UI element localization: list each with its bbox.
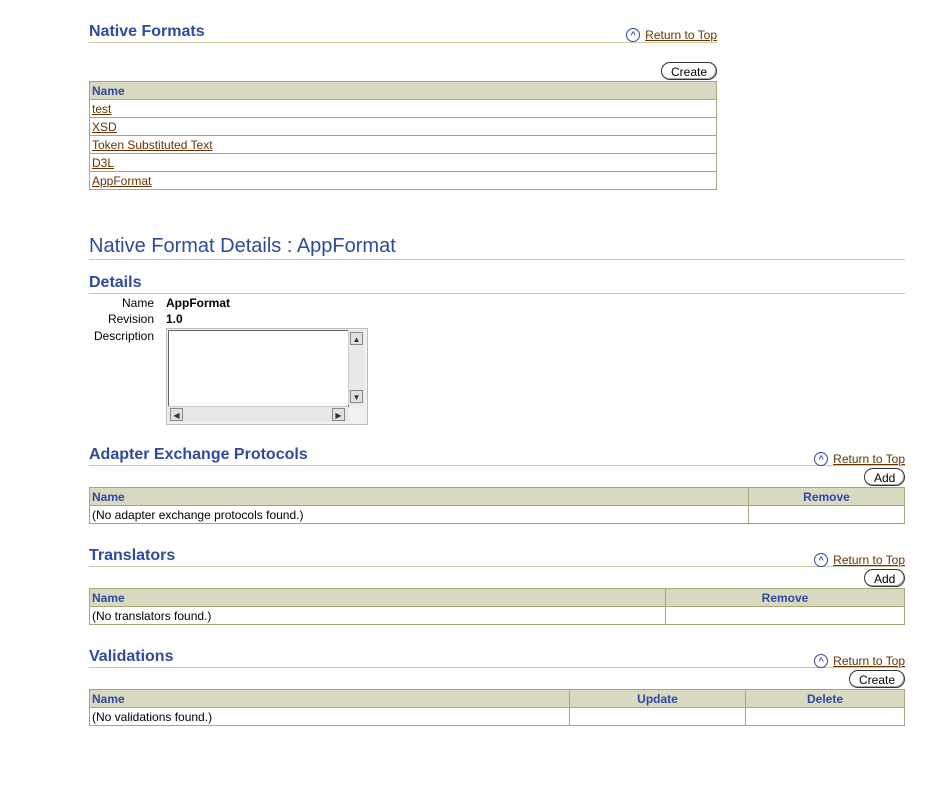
native-format-link[interactable]: XSD — [92, 120, 117, 134]
translators-header: Translators ^ Return to Top — [89, 545, 905, 567]
table-row: D3L — [89, 153, 717, 172]
native-format-link[interactable]: AppFormat — [92, 174, 151, 188]
table-row: AppFormat — [89, 171, 717, 190]
create-validation-button[interactable]: Create — [849, 670, 905, 688]
adapter-protocols-return-to-top[interactable]: ^ Return to Top — [814, 452, 905, 466]
scroll-down-icon[interactable]: ▼ — [350, 390, 363, 403]
name-value: AppFormat — [166, 296, 230, 310]
adapter-protocols-title: Adapter Exchange Protocols — [89, 446, 308, 463]
translators-title: Translators — [89, 547, 176, 564]
table-row: XSD — [89, 117, 717, 136]
details-header: Details — [89, 272, 905, 294]
column-header-name: Name — [89, 487, 749, 506]
column-header-name: Name — [89, 81, 717, 100]
table-header-row: Name Update Delete — [89, 689, 905, 708]
revision-value: 1.0 — [166, 312, 183, 326]
table-header-row: Name Remove — [89, 588, 905, 607]
up-arrow-icon: ^ — [814, 654, 829, 668]
description-textarea[interactable]: ▲ ▼ ◀ ▶ — [166, 328, 368, 425]
description-text[interactable] — [168, 330, 349, 407]
return-to-top-link[interactable]: Return to Top — [645, 28, 717, 42]
column-header-delete: Delete — [745, 689, 905, 708]
native-formats-header: Native Formats ^ Return to Top — [89, 20, 717, 43]
native-formats-table: Name test XSD Token Substituted Text D3L… — [89, 81, 717, 190]
empty-message: (No validations found.) — [89, 707, 570, 726]
scroll-left-icon[interactable]: ◀ — [170, 408, 183, 421]
return-to-top-link[interactable]: Return to Top — [833, 654, 905, 668]
translators-table: Name Remove (No translators found.) — [89, 588, 905, 625]
native-format-link[interactable]: D3L — [92, 156, 114, 170]
native-format-link[interactable]: Token Substituted Text — [92, 138, 213, 152]
description-label: Description — [93, 329, 154, 343]
table-row: (No adapter exchange protocols found.) — [89, 505, 905, 524]
validations-table: Name Update Delete (No validations found… — [89, 689, 905, 726]
adapter-protocols-header: Adapter Exchange Protocols ^ Return to T… — [89, 444, 905, 466]
column-header-update: Update — [569, 689, 746, 708]
table-row: (No translators found.) — [89, 606, 905, 625]
name-label: Name — [121, 296, 154, 310]
translators-return-to-top[interactable]: ^ Return to Top — [814, 553, 905, 567]
page-title: Native Format Details : AppFormat — [89, 235, 396, 257]
up-arrow-icon: ^ — [814, 553, 829, 567]
horizontal-scrollbar[interactable]: ◀ ▶ — [168, 406, 348, 422]
table-header-row: Name Remove — [89, 487, 905, 506]
add-adapter-protocol-button[interactable]: Add — [864, 468, 905, 486]
details-page-header: Native Format Details : AppFormat — [89, 235, 905, 260]
native-format-link[interactable]: test — [92, 102, 111, 116]
column-header-name: Name — [89, 588, 666, 607]
column-header-remove: Remove — [665, 588, 905, 607]
validations-title: Validations — [89, 648, 174, 665]
scroll-up-icon[interactable]: ▲ — [350, 332, 363, 345]
details-title: Details — [89, 274, 142, 291]
native-formats-title: Native Formats — [89, 23, 205, 40]
native-formats-return-to-top[interactable]: ^ Return to Top — [626, 28, 717, 42]
up-arrow-icon: ^ — [626, 28, 641, 42]
column-header-remove: Remove — [748, 487, 905, 506]
adapter-protocols-table: Name Remove (No adapter exchange protoco… — [89, 487, 905, 524]
validations-return-to-top[interactable]: ^ Return to Top — [814, 654, 905, 668]
validations-header: Validations ^ Return to Top — [89, 646, 905, 668]
vertical-scrollbar[interactable]: ▲ ▼ — [348, 330, 364, 405]
table-row: test — [89, 99, 717, 118]
column-header-name: Name — [89, 689, 570, 708]
up-arrow-icon: ^ — [814, 452, 829, 466]
add-translator-button[interactable]: Add — [864, 569, 905, 587]
return-to-top-link[interactable]: Return to Top — [833, 553, 905, 567]
revision-label: Revision — [107, 312, 154, 326]
scroll-right-icon[interactable]: ▶ — [332, 408, 345, 421]
return-to-top-link[interactable]: Return to Top — [833, 452, 905, 466]
table-row: (No validations found.) — [89, 707, 905, 726]
create-native-format-button[interactable]: Create — [661, 62, 717, 80]
table-header-row: Name — [89, 81, 717, 100]
table-row: Token Substituted Text — [89, 135, 717, 154]
empty-message: (No adapter exchange protocols found.) — [89, 505, 749, 524]
empty-message: (No translators found.) — [89, 606, 666, 625]
